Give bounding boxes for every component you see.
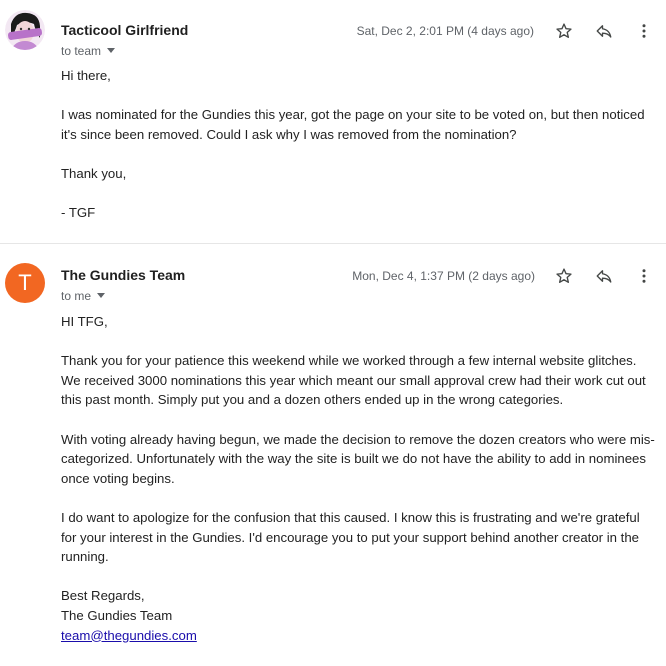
chevron-down-icon <box>107 48 116 54</box>
more-options-button[interactable] <box>632 19 656 43</box>
greeting: HI TFG, <box>61 314 108 329</box>
more-options-button[interactable] <box>632 264 656 288</box>
message-timestamp: Mon, Dec 4, 1:37 PM (2 days ago) <box>352 269 535 283</box>
star-icon <box>556 268 572 283</box>
body-paragraph: Thank you for your patience this weekend… <box>61 353 646 408</box>
chevron-down-icon <box>97 293 106 299</box>
star-button[interactable] <box>552 19 576 43</box>
star-icon <box>556 23 572 38</box>
reply-button[interactable] <box>592 264 616 288</box>
message-body: HI TFG, Thank you for your patience this… <box>61 312 657 645</box>
greeting: Hi there, <box>61 68 111 83</box>
reply-icon <box>596 25 612 38</box>
body-paragraph: I do want to apologize for the confusion… <box>61 509 640 565</box>
signature-name: The Gundies Team <box>61 607 173 623</box>
recipient-label: to team <box>61 44 102 58</box>
message-body: Hi there, I was nominated for the Gundie… <box>61 66 657 223</box>
email-link[interactable]: team@thegundies.com <box>61 628 197 643</box>
sender-avatar[interactable]: T <box>5 263 45 303</box>
signature: - TGF <box>61 205 96 221</box>
recipient-details-toggle[interactable]: to me <box>61 289 106 303</box>
recipient-label: to me <box>61 289 92 303</box>
profile-photo-avatar-icon <box>5 10 45 50</box>
more-vert-icon <box>642 24 646 38</box>
reply-icon <box>596 270 612 283</box>
signature-block: Best Regards, The Gundies Team team@theg… <box>61 586 657 645</box>
body-paragraph: I was nominated for the Gundies this yea… <box>61 107 645 142</box>
recipient-details-toggle[interactable]: to team <box>61 44 116 58</box>
message-timestamp: Sat, Dec 2, 2:01 PM (4 days ago) <box>356 24 534 38</box>
sender-avatar[interactable] <box>5 10 45 50</box>
more-vert-icon <box>642 269 646 283</box>
body-paragraph: With voting already having begun, we mad… <box>61 431 655 486</box>
sender-name: The Gundies Team <box>61 267 186 283</box>
thanks-line: Thank you, <box>61 165 127 181</box>
closing-line: Best Regards, <box>61 588 145 604</box>
message-divider <box>0 243 666 244</box>
sender-name: Tacticool Girlfriend <box>61 22 189 38</box>
star-button[interactable] <box>552 264 576 288</box>
reply-button[interactable] <box>592 19 616 43</box>
